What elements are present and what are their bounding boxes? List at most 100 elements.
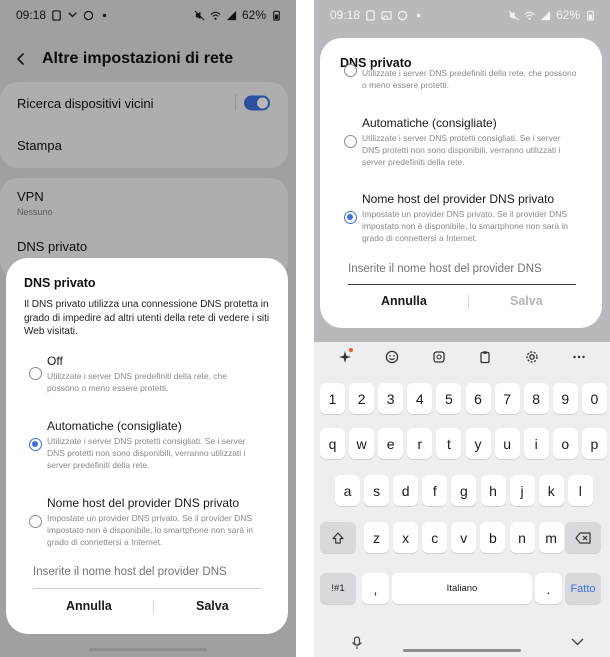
keyboard-bottom-bar — [314, 629, 610, 657]
sparkle-icon — [339, 351, 352, 363]
input-underline-focused — [348, 284, 576, 285]
dialog-title: DNS privato — [24, 276, 96, 290]
button-separator — [153, 600, 154, 614]
key-w[interactable]: w — [349, 428, 375, 459]
key-z[interactable]: z — [364, 522, 389, 553]
key-f[interactable]: f — [422, 475, 448, 506]
key-c[interactable]: c — [422, 522, 448, 553]
option-hostname-desc: Impostate un provider DNS privato. Se il… — [47, 513, 254, 547]
key-h[interactable]: h — [480, 475, 506, 506]
option-hostname[interactable]: Nome host del provider DNS privato Impos… — [6, 496, 288, 552]
key-y[interactable]: y — [465, 428, 491, 459]
option-automatic[interactable]: Automatiche (consigliate) Utilizzate i s… — [6, 419, 288, 475]
option-automatic-title: Automatiche (consigliate) — [362, 116, 497, 130]
done-key[interactable]: Fatto — [565, 573, 601, 604]
key-5[interactable]: 5 — [436, 383, 462, 414]
status-bar: 09:18 62% — [314, 0, 610, 30]
gesture-bar[interactable] — [403, 649, 521, 652]
key-e[interactable]: e — [378, 428, 404, 459]
key-l[interactable]: l — [567, 475, 593, 506]
key-1[interactable]: 1 — [320, 383, 345, 414]
option-automatic-title: Automatiche (consigliate) — [47, 419, 182, 433]
messenger-icon — [397, 10, 408, 20]
sticker-icon — [432, 351, 445, 363]
option-off-title: Off — [47, 354, 63, 368]
key-2[interactable]: 2 — [349, 383, 375, 414]
option-off[interactable]: Utilizzate i server DNS predefiniti dell… — [320, 64, 602, 94]
space-key[interactable]: Italiano — [392, 573, 532, 604]
signal-icon — [540, 10, 551, 20]
key-n[interactable]: n — [509, 522, 535, 553]
period-key[interactable]: . — [535, 573, 562, 604]
shift-key[interactable] — [320, 522, 356, 553]
save-button[interactable]: Salva — [510, 294, 543, 308]
key-u[interactable]: u — [494, 428, 520, 459]
key-6[interactable]: 6 — [465, 383, 491, 414]
key-x[interactable]: x — [393, 522, 419, 553]
key-j[interactable]: j — [509, 475, 535, 506]
key-3[interactable]: 3 — [378, 383, 404, 414]
radio-off[interactable] — [29, 367, 42, 380]
keyboard-settings-button[interactable] — [523, 348, 541, 366]
key-b[interactable]: b — [480, 522, 506, 553]
key-7[interactable]: 7 — [494, 383, 520, 414]
wifi-icon — [524, 11, 535, 20]
stickers-button[interactable] — [430, 348, 448, 366]
hide-keyboard-chevron-icon[interactable] — [571, 638, 584, 646]
cancel-button[interactable]: Annulla — [381, 294, 427, 308]
gesture-bar[interactable] — [89, 648, 207, 651]
key-8[interactable]: 8 — [523, 383, 549, 414]
cancel-button[interactable]: Annulla — [66, 599, 112, 613]
radio-hostname[interactable] — [344, 211, 357, 224]
button-separator — [468, 295, 469, 309]
gear-icon — [526, 351, 538, 363]
private-dns-dialog: DNS privato Utilizzate i server DNS pred… — [320, 38, 602, 328]
battery-level: 62% — [555, 8, 580, 22]
key-9[interactable]: 9 — [552, 383, 578, 414]
symbols-key[interactable]: !#1 — [320, 573, 356, 604]
key-q[interactable]: q — [320, 428, 345, 459]
shift-icon — [332, 531, 344, 544]
option-automatic[interactable]: Automatiche (consigliate) Utilizzate i s… — [320, 116, 602, 172]
keyboard: 1234567890 qwertyuiop asdfghjkl zxcvbnm !#1… — [314, 342, 610, 657]
emoji-button[interactable] — [383, 348, 401, 366]
key-t[interactable]: t — [436, 428, 462, 459]
comma-key[interactable]: , — [362, 573, 389, 604]
option-hostname[interactable]: Nome host del provider DNS privato Impos… — [320, 192, 602, 248]
dns-hostname-input[interactable] — [348, 263, 578, 275]
more-dots-icon — [572, 355, 585, 359]
option-off-desc: Utilizzate i server DNS predefiniti dell… — [362, 68, 577, 90]
key-a[interactable]: a — [335, 475, 360, 506]
radio-automatic[interactable] — [29, 438, 42, 451]
option-off[interactable]: Off Utilizzate i server DNS predefiniti … — [6, 354, 288, 398]
dialog-description: Il DNS privato utilizza una connessione … — [24, 299, 270, 337]
clipboard-icon — [480, 351, 490, 364]
key-o[interactable]: o — [552, 428, 578, 459]
key-p[interactable]: p — [581, 428, 607, 459]
key-r[interactable]: r — [407, 428, 433, 459]
save-button[interactable]: Salva — [196, 599, 229, 613]
key-d[interactable]: d — [393, 475, 419, 506]
radio-automatic[interactable] — [344, 135, 357, 148]
key-v[interactable]: v — [451, 522, 477, 553]
radio-hostname[interactable] — [29, 515, 42, 528]
backspace-icon — [575, 531, 591, 544]
key-i[interactable]: i — [523, 428, 549, 459]
clipboard-button[interactable] — [476, 348, 494, 366]
key-s[interactable]: s — [364, 475, 390, 506]
dns-hostname-input[interactable] — [33, 566, 261, 578]
key-g[interactable]: g — [451, 475, 477, 506]
more-options-button[interactable] — [570, 348, 588, 366]
radio-off[interactable] — [344, 64, 357, 77]
microphone-icon[interactable] — [351, 636, 363, 650]
key-k[interactable]: k — [538, 475, 564, 506]
key-4[interactable]: 4 — [407, 383, 433, 414]
option-hostname-title: Nome host del provider DNS privato — [362, 192, 555, 206]
option-automatic-desc: Utilizzate i server DNS protetti consigl… — [47, 436, 246, 470]
backspace-key[interactable] — [565, 522, 601, 553]
keyboard-toolbar — [314, 342, 610, 372]
ai-tools-button[interactable] — [336, 348, 354, 366]
option-hostname-title: Nome host del provider DNS privato — [47, 496, 240, 510]
key-m[interactable]: m — [538, 522, 564, 553]
key-0[interactable]: 0 — [581, 383, 607, 414]
